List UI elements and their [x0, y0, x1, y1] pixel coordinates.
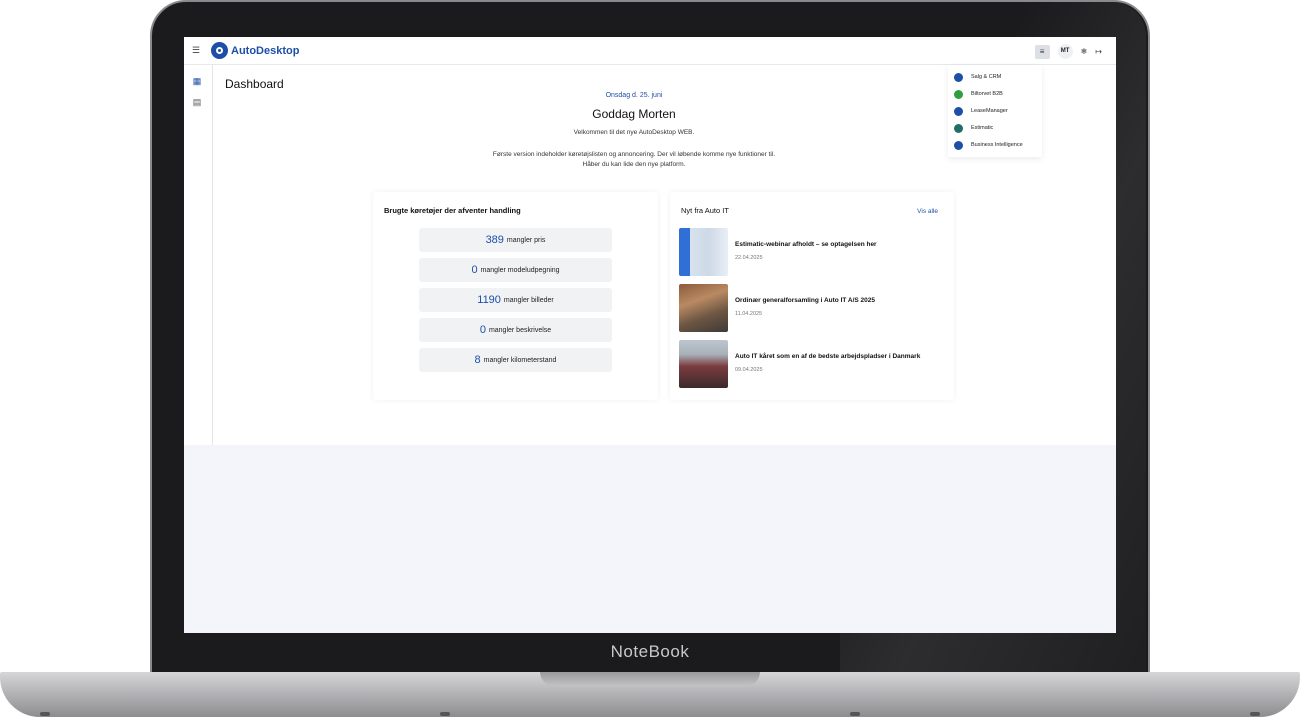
vehicles-card-title: Brugte køretøjer der afventer handling	[384, 206, 521, 215]
apps-grid-icon[interactable]: ≡	[1034, 44, 1050, 59]
stat-missing-description[interactable]: 0 mangler beskrivelse	[419, 318, 612, 342]
car-icon[interactable]: ▤	[191, 96, 203, 108]
news-item[interactable]: Auto IT kåret som en af de bedste arbejd…	[679, 340, 949, 388]
top-bar: ☰ AutoDesktop ≡ MT ❄ ↦	[184, 37, 1116, 65]
stat-label: mangler beskrivelse	[488, 326, 552, 334]
info-text-line2: Håber du kan lide den nye platform.	[582, 161, 686, 168]
app-logo-icon	[954, 106, 963, 116]
stat-value: 8	[474, 354, 481, 366]
stat-value: 389	[485, 234, 504, 246]
laptop-frame: NoteBook ☰ AutoDesktop ≡ MT ❄ ↦ ▦ ▤ Dash…	[0, 0, 1300, 717]
app-menu-label: Biltorvet B2B	[971, 91, 1003, 97]
laptop-foot	[1250, 712, 1260, 716]
app-menu-item-salg-crm[interactable]: Salg & CRM	[954, 71, 1001, 83]
stat-label: mangler billeder	[503, 296, 554, 304]
laptop-brand-label: NoteBook	[610, 642, 690, 661]
app-menu-item-estimatic[interactable]: Estimatic	[954, 122, 993, 134]
stat-missing-mileage[interactable]: 8 mangler kilometerstand	[419, 348, 612, 372]
news-thumbnail	[679, 340, 728, 388]
vehicles-card: Brugte køretøjer der afventer handling 3…	[373, 192, 658, 400]
app-menu-label: Salg & CRM	[971, 74, 1002, 80]
top-actions: ≡ MT ❄ ↦	[1034, 44, 1102, 59]
news-title: Auto IT kåret som en af de bedste arbejd…	[735, 353, 921, 360]
app-logo[interactable]: AutoDesktop	[211, 42, 299, 59]
app-menu-item-leasemanager[interactable]: LeaseManager	[954, 105, 1008, 117]
app-screen: ☰ AutoDesktop ≡ MT ❄ ↦ ▦ ▤ Dashboard Ons…	[184, 37, 1116, 633]
laptop-foot	[850, 712, 860, 716]
see-all-link[interactable]: Vis alle	[917, 208, 938, 215]
app-logo-icon	[954, 123, 963, 133]
news-title: Ordinær generalforsamling i Auto IT A/S …	[735, 297, 876, 304]
laptop-foot	[440, 712, 450, 716]
current-date: Onsdag d. 25. juni	[605, 92, 663, 99]
app-logo-icon	[954, 140, 963, 150]
stat-missing-model[interactable]: 0 mangler modeludpegning	[419, 258, 612, 282]
dashboard-icon[interactable]: ▦	[191, 75, 203, 87]
stat-label: mangler pris	[506, 236, 546, 244]
news-card-title: Nyt fra Auto IT	[681, 206, 729, 215]
gear-icon[interactable]: ❄	[1081, 47, 1088, 56]
news-thumbnail	[679, 284, 728, 332]
news-thumbnail	[679, 228, 728, 276]
news-item[interactable]: Estimatic-webinar afholdt – se optagelse…	[679, 228, 949, 276]
info-text-line1: Første version indeholder køretøjslisten…	[492, 151, 776, 158]
logo-mark-icon	[211, 42, 228, 59]
stat-label: mangler modeludpegning	[480, 266, 560, 274]
app-menu-label: Estimatic	[971, 125, 994, 131]
news-title: Estimatic-webinar afholdt – se optagelse…	[735, 241, 877, 248]
news-date: 09.04.2025	[735, 367, 763, 373]
laptop-notch	[540, 672, 760, 686]
greeting: Goddag Morten	[592, 107, 676, 121]
stat-value: 0	[471, 264, 478, 276]
apps-dropdown: Salg & CRM Biltorvet B2B LeaseManager Es…	[948, 65, 1042, 157]
app-menu-item-business-intelligence[interactable]: Business Intelligence	[954, 139, 1023, 151]
page-title: Dashboard	[225, 77, 284, 91]
app-name: AutoDesktop	[231, 44, 300, 57]
app-logo-icon	[954, 89, 963, 99]
stat-missing-images[interactable]: 1190 mangler billeder	[419, 288, 612, 312]
sidebar: ▦ ▤	[184, 65, 213, 445]
app-logo-icon	[954, 72, 963, 82]
logout-icon[interactable]: ↦	[1095, 47, 1102, 56]
stat-value: 1190	[477, 294, 501, 306]
news-card: Nyt fra Auto IT Vis alle Estimatic-webin…	[670, 192, 954, 400]
stat-missing-price[interactable]: 389 mangler pris	[419, 228, 612, 252]
app-menu-item-biltorvet[interactable]: Biltorvet B2B	[954, 88, 1003, 100]
avatar[interactable]: MT	[1057, 44, 1073, 59]
news-item[interactable]: Ordinær generalforsamling i Auto IT A/S …	[679, 284, 949, 332]
laptop-foot	[40, 712, 50, 716]
hamburger-icon[interactable]: ☰	[192, 46, 200, 55]
news-date: 22.04.2025	[735, 255, 763, 261]
stat-label: mangler kilometerstand	[483, 356, 557, 364]
news-date: 11.04.2025	[735, 311, 763, 317]
app-menu-label: Business Intelligence	[971, 142, 1023, 148]
stat-value: 0	[479, 324, 486, 336]
app-menu-label: LeaseManager	[971, 108, 1008, 114]
welcome-text: Velkommen til det nye AutoDesktop WEB.	[573, 129, 695, 136]
